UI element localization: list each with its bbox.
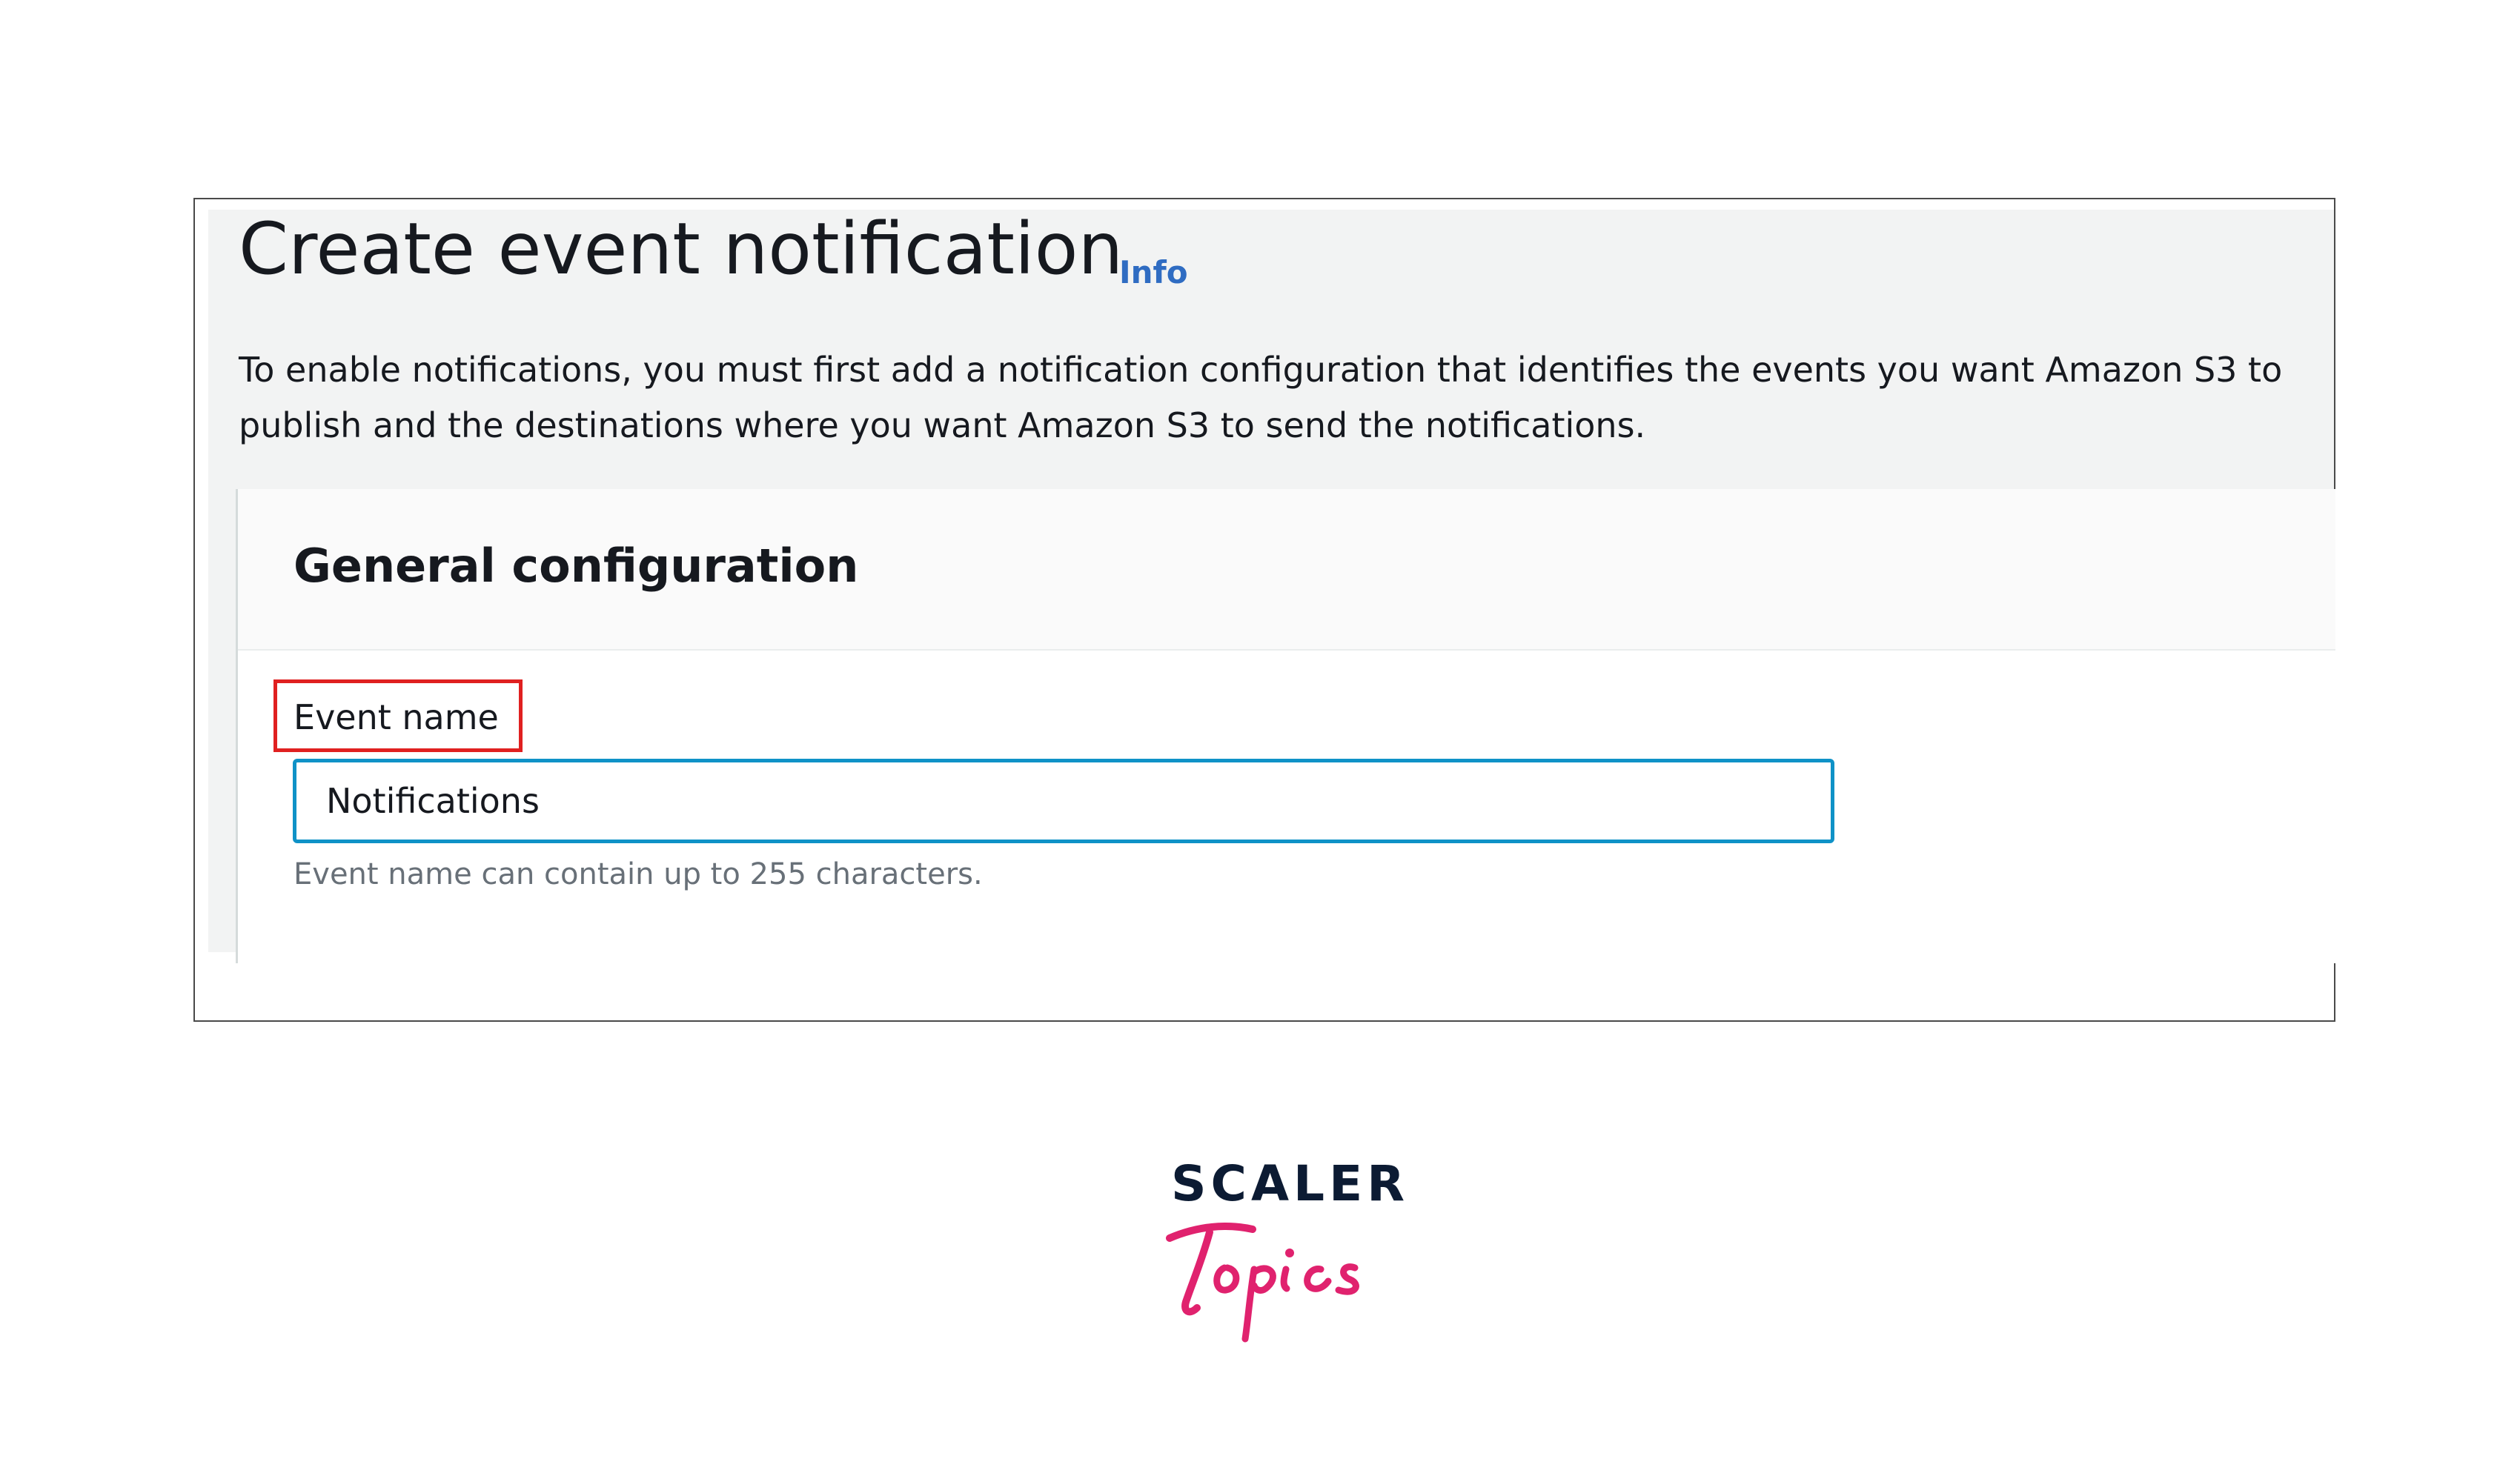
page-title: Create event notification (239, 207, 1124, 290)
brand-script-logo (1166, 1223, 1359, 1343)
brand-logo: SCALER (1156, 1160, 1405, 1367)
event-name-input[interactable] (293, 759, 1834, 843)
event-name-helper-text: Event name can contain up to 255 charact… (294, 857, 983, 891)
event-name-label: Event name (294, 697, 499, 737)
brand-wordmark: SCALER (1171, 1155, 1410, 1212)
panel-title: General configuration (294, 539, 859, 593)
panel-header: General configuration (238, 489, 2335, 651)
info-link[interactable]: Info (1119, 257, 1188, 288)
page-description: To enable notifications, you must first … (239, 350, 2283, 445)
general-configuration-panel: General configuration Event name Event n… (236, 489, 2335, 963)
